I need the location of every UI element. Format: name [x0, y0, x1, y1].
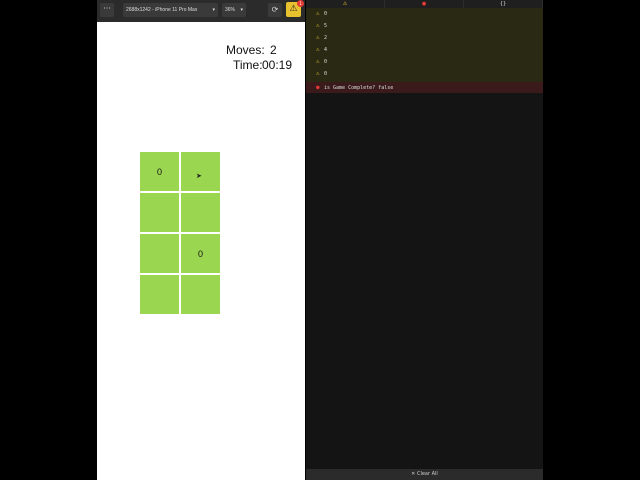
log-line: ⚠ 5 [316, 20, 327, 32]
chevron-down-icon: ▾ [240, 7, 243, 13]
menu-button[interactable]: ··· [100, 3, 114, 17]
grid-cell[interactable] [181, 193, 220, 232]
log-text: 4 [324, 47, 328, 53]
grid-cell[interactable] [140, 275, 179, 314]
warning-icon: ⚠ [316, 46, 320, 53]
log-line: ⚠ 2 [316, 32, 327, 44]
log-line: ⚠ 0 [316, 56, 327, 68]
grid-cell[interactable] [140, 193, 179, 232]
time-value: 00:19 [262, 58, 293, 72]
console-warning-area: ⚠ 0 ⚠ 5 ⚠ 2 ⚠ 4 ⚠ 0 ⚠ 0 [306, 8, 543, 83]
cursor-icon: ➤ [196, 172, 202, 180]
grid-cell[interactable] [181, 275, 220, 314]
log-error-line: ● is Game Complete? false [306, 82, 543, 93]
warning-icon: ⚠ [316, 10, 320, 17]
warning-icon: ⚠ [316, 70, 320, 77]
log-text: 5 [324, 23, 328, 29]
chevron-down-icon: ▾ [212, 7, 215, 13]
warning-icon: ⚠ [316, 34, 320, 41]
time-label: Time: [233, 58, 263, 72]
game-grid: 0 0 [140, 152, 220, 314]
log-text: 2 [324, 35, 328, 41]
log-line: ⚠ 0 [316, 8, 327, 20]
warning-icon: ⚠ [316, 58, 320, 65]
zoom-select-label: 36% [225, 7, 236, 13]
grid-cell[interactable]: 0 [140, 152, 179, 191]
zoom-select[interactable]: 36% ▾ [222, 3, 246, 17]
tab-warnings[interactable]: ⚠ [306, 0, 385, 8]
device-select-label: 2688x1242 - iPhone 11 Pro Max [126, 7, 198, 13]
log-text: 0 [324, 11, 328, 17]
log-line: ⚠ 0 [316, 68, 327, 80]
warning-count-badge: 1 [297, 0, 304, 7]
log-line: ● is Game Complete? false [316, 82, 393, 93]
device-screen: Moves: 2 Time: 00:19 0 0 ➤ [97, 22, 305, 480]
moves-value: 2 [270, 43, 277, 57]
tab-json[interactable]: {} [464, 0, 543, 8]
moves-label: Moves: [226, 43, 265, 57]
device-select[interactable]: 2688x1242 - iPhone 11 Pro Max ▾ [123, 3, 218, 17]
log-error-text: is Game Complete? false [324, 85, 394, 91]
grid-cell[interactable]: 0 [181, 234, 220, 273]
clear-all-button[interactable]: ✕ Clear All [306, 469, 543, 480]
console-tabs: ⚠ ● {} [306, 0, 543, 8]
warning-icon: ⚠ [316, 22, 320, 29]
log-line: ⚠ 4 [316, 44, 327, 56]
error-icon: ● [316, 84, 320, 91]
reload-icon[interactable]: ⟳ [268, 3, 282, 17]
device-toolbar: ··· 2688x1242 - iPhone 11 Pro Max ▾ 36% … [97, 0, 305, 22]
log-text: 0 [324, 71, 328, 77]
grid-cell[interactable] [140, 234, 179, 273]
tab-errors[interactable]: ● [385, 0, 464, 8]
console-panel: ⚠ ● {} ⚠ 0 ⚠ 5 ⚠ 2 ⚠ 4 ⚠ 0 ⚠ 0 ● is Game Comple… [306, 0, 543, 480]
log-text: 0 [324, 59, 328, 65]
